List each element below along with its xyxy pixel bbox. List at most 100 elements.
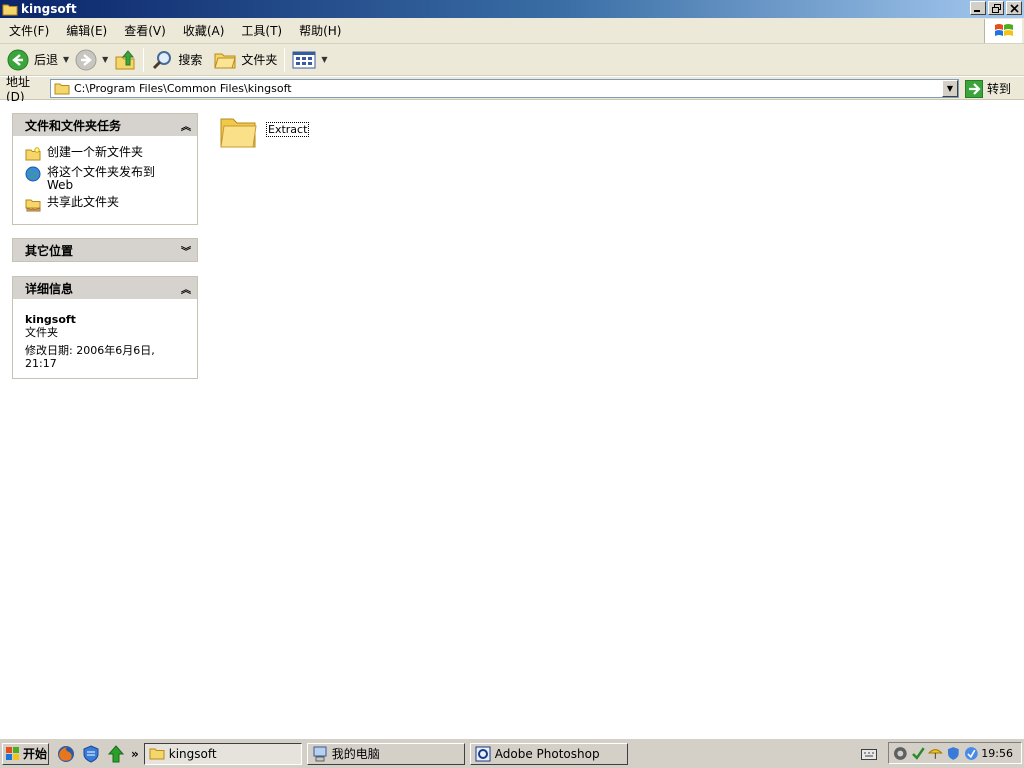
start-button[interactable]: 开始 xyxy=(2,742,49,765)
folder-icon xyxy=(2,2,18,16)
windows-logo-icon xyxy=(984,19,1022,43)
task-label: 将这个文件夹发布到 Web xyxy=(47,165,156,192)
address-dropdown-button[interactable]: ▼ xyxy=(942,80,958,97)
taskbar-item-label: Adobe Photoshop xyxy=(494,746,600,761)
go-arrow-icon xyxy=(965,79,983,98)
taskbar-item-my-computer[interactable]: 我的电脑 xyxy=(306,742,465,765)
views-icon xyxy=(292,51,316,68)
menu-file[interactable]: 文件(F) xyxy=(0,21,57,41)
file-folder-tasks-panel: 文件和文件夹任务 ︽ 创建一个新文件夹 将这个文件夹发布到 Web 共享此文件夹 xyxy=(12,113,198,225)
task-label: 共享此文件夹 xyxy=(47,195,120,209)
address-input[interactable]: C:\Program Files\Common Files\kingsoft ▼ xyxy=(50,79,959,98)
search-button[interactable]: 搜索 xyxy=(148,46,205,74)
tasks-panel-title: 文件和文件夹任务 xyxy=(25,118,122,133)
menu-tools[interactable]: 工具(T) xyxy=(232,21,290,41)
forward-dropdown-icon[interactable]: ▼ xyxy=(102,55,108,64)
tasks-panel-header[interactable]: 文件和文件夹任务 ︽ xyxy=(13,114,197,136)
menu-help[interactable]: 帮助(H) xyxy=(290,21,349,41)
restore-icon xyxy=(991,3,1001,13)
folder-icon xyxy=(54,83,70,95)
folder-name: Extract xyxy=(266,122,310,137)
shield-icon[interactable] xyxy=(82,744,100,763)
standard-toolbar: 后退 ▼ ▼ 搜索 文件夹 ▼ xyxy=(0,44,1024,76)
address-bar: 地址(D) C:\Program Files\Common Files\king… xyxy=(0,75,1024,104)
title-bar[interactable]: kingsoft xyxy=(0,0,1024,18)
other-places-title: 其它位置 xyxy=(25,243,74,258)
folders-icon xyxy=(214,53,237,68)
system-tray: 19:56 xyxy=(888,742,1022,764)
firefox-icon[interactable] xyxy=(57,745,75,763)
window-title: kingsoft xyxy=(21,2,77,16)
go-button[interactable]: 转到 xyxy=(965,78,1011,99)
quick-launch xyxy=(57,744,125,763)
folder-icon xyxy=(220,118,257,148)
forward-button[interactable]: ▼ xyxy=(72,46,111,74)
taskbar-item-photoshop[interactable]: Adobe Photoshop xyxy=(469,742,628,765)
start-label: 开始 xyxy=(23,747,48,761)
up-button[interactable] xyxy=(111,46,139,74)
new-folder-icon xyxy=(25,147,41,161)
restore-button[interactable] xyxy=(988,1,1004,15)
other-places-header[interactable]: 其它位置 ︾ xyxy=(13,239,197,261)
close-button[interactable] xyxy=(1006,1,1022,15)
taskbar-item-label: kingsoft xyxy=(168,746,217,761)
tray-network-icon[interactable] xyxy=(964,746,979,761)
close-icon xyxy=(1009,3,1019,13)
minimize-icon xyxy=(974,10,980,12)
folders-label: 文件夹 xyxy=(241,53,278,67)
details-modified-date: 修改日期: 2006年6月6日, 21:17 xyxy=(25,344,155,370)
folder-item[interactable]: Extract xyxy=(218,111,310,151)
my-computer-icon xyxy=(313,746,327,761)
green-arrow-icon[interactable] xyxy=(107,744,125,763)
photoshop-icon xyxy=(475,746,491,761)
other-places-panel: 其它位置 ︾ xyxy=(12,238,198,262)
back-label: 后退 xyxy=(34,53,59,67)
task-publish-web[interactable]: 将这个文件夹发布到 Web xyxy=(25,166,189,192)
views-dropdown-icon[interactable]: ▼ xyxy=(321,55,327,64)
collapse-chevron-icon[interactable]: ︽ xyxy=(181,118,191,133)
keyboard-icon[interactable] xyxy=(861,747,877,761)
task-new-folder[interactable]: 创建一个新文件夹 xyxy=(25,146,189,162)
address-label: 地址(D) xyxy=(6,74,31,104)
back-arrow-icon xyxy=(7,49,29,70)
forward-arrow-icon xyxy=(75,49,97,70)
tray-umbrella-icon[interactable] xyxy=(928,746,943,761)
search-label: 搜索 xyxy=(178,53,203,67)
details-title: 详细信息 xyxy=(25,281,74,296)
details-item-name: kingsoft xyxy=(25,313,76,326)
search-icon xyxy=(153,50,172,69)
minimize-button[interactable] xyxy=(970,1,986,15)
back-dropdown-icon[interactable]: ▼ xyxy=(63,55,69,64)
windows-logo-icon xyxy=(6,747,19,760)
share-folder-icon xyxy=(25,199,41,212)
menu-favorites[interactable]: 收藏(A) xyxy=(174,21,233,41)
task-share-folder[interactable]: 共享此文件夹 xyxy=(25,196,189,212)
menu-bar: 文件(F) 编辑(E) 查看(V) 收藏(A) 工具(T) 帮助(H) xyxy=(0,18,1024,44)
tray-shield-icon[interactable] xyxy=(946,746,961,761)
collapse-chevron-icon[interactable]: ︽ xyxy=(181,281,191,296)
tray-app-icon[interactable] xyxy=(893,746,908,761)
details-panel: 详细信息 ︽ kingsoft 文件夹 修改日期: 2006年6月6日, 21:… xyxy=(12,276,198,379)
task-label: 创建一个新文件夹 xyxy=(47,145,144,159)
quick-launch-more-icon[interactable]: » xyxy=(131,747,139,761)
folder-icon xyxy=(149,748,165,760)
toolbar-separator xyxy=(284,47,286,72)
views-button[interactable]: ▼ xyxy=(289,46,330,74)
clock: 19:56 xyxy=(981,746,1013,760)
taskbar-item-kingsoft[interactable]: kingsoft xyxy=(143,742,302,765)
go-label: 转到 xyxy=(987,82,1012,96)
back-button[interactable]: 后退 ▼ xyxy=(4,46,72,74)
menu-edit[interactable]: 编辑(E) xyxy=(57,21,115,41)
folders-button[interactable]: 文件夹 xyxy=(211,46,280,74)
toolbar-separator xyxy=(143,47,145,72)
menu-view[interactable]: 查看(V) xyxy=(115,21,174,41)
up-folder-icon xyxy=(115,49,135,69)
taskbar: 开始 » kingsoft 我的电脑 Adobe Photoshop 19:56 xyxy=(0,738,1024,768)
details-header[interactable]: 详细信息 ︽ xyxy=(13,277,197,299)
expand-chevron-icon[interactable]: ︾ xyxy=(181,243,191,258)
details-item-type: 文件夹 xyxy=(25,326,58,339)
address-value: C:\Program Files\Common Files\kingsoft xyxy=(74,82,292,95)
explorer-main: 文件和文件夹任务 ︽ 创建一个新文件夹 将这个文件夹发布到 Web 共享此文件夹… xyxy=(0,101,1024,738)
taskbar-item-label: 我的电脑 xyxy=(331,747,380,761)
tray-check-icon[interactable] xyxy=(911,746,926,761)
